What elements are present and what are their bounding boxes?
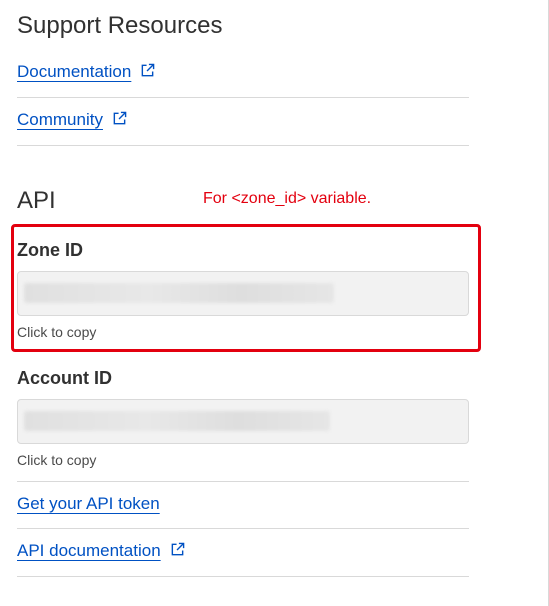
support-link-row-documentation: Documentation — [17, 50, 469, 98]
zone-id-copy-hint: Click to copy — [17, 324, 97, 340]
api-documentation-label: API documentation — [17, 541, 161, 560]
documentation-link-label: Documentation — [17, 62, 132, 81]
account-id-label: Account ID — [17, 368, 113, 388]
zone-id-field[interactable] — [17, 271, 469, 316]
api-link-row-token: Get your API token — [17, 481, 469, 529]
api-link-row-documentation: API documentation — [17, 529, 469, 577]
documentation-link[interactable]: Documentation — [17, 62, 155, 82]
zone-id-label: Zone ID — [17, 240, 83, 260]
zone-id-redacted-value — [24, 283, 334, 303]
zone-id-annotation: For <zone_id> variable. — [203, 190, 372, 207]
external-link-icon — [113, 111, 127, 125]
support-link-row-community: Community — [17, 98, 469, 146]
account-id-copy-hint: Click to copy — [17, 452, 97, 468]
community-link[interactable]: Community — [17, 110, 127, 130]
account-id-field[interactable] — [17, 399, 469, 444]
account-id-redacted-value — [24, 411, 330, 431]
api-heading: API — [17, 187, 56, 214]
api-documentation-link[interactable]: API documentation — [17, 541, 185, 561]
external-link-icon — [141, 63, 155, 77]
get-api-token-link[interactable]: Get your API token — [17, 494, 160, 514]
get-api-token-label: Get your API token — [17, 494, 160, 513]
external-link-icon — [171, 542, 184, 556]
community-link-label: Community — [17, 110, 103, 129]
support-resources-heading: Support Resources — [17, 12, 223, 39]
